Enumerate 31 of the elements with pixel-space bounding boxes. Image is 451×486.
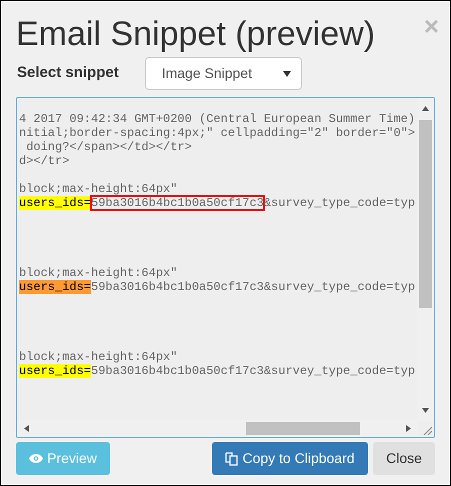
code-text: &survey_type_code=typ xyxy=(264,280,416,294)
scroll-left-icon xyxy=(24,425,29,432)
eye-icon xyxy=(29,454,44,463)
code-line: doing?</span></td></tr> xyxy=(25,140,192,154)
highlighted-key: users_ids= xyxy=(19,364,92,378)
scroll-thumb[interactable] xyxy=(419,120,432,308)
code-line: d></tr> xyxy=(19,154,70,168)
code-text: &survey_type_code=typ xyxy=(264,364,416,378)
copy-icon xyxy=(225,452,238,466)
code-value: 59ba3016b4bc1b0a50cf17c3 xyxy=(91,280,264,294)
resize-grip-icon[interactable] xyxy=(422,425,432,435)
boxed-value: 59ba3016b4bc1b0a50cf17c3 xyxy=(91,196,264,210)
code-value: 59ba3016b4bc1b0a50cf17c3 xyxy=(91,364,264,378)
scroll-right-icon xyxy=(406,425,411,432)
scroll-thumb[interactable] xyxy=(246,422,360,435)
code-line: block;max-height:64px" xyxy=(19,182,178,196)
code-line: block;max-height:64px" xyxy=(19,350,178,364)
code-line: block;max-height:64px" xyxy=(19,266,178,280)
select-label: Select snippet xyxy=(17,63,119,84)
scroll-down-icon xyxy=(422,408,429,413)
close-button[interactable]: Close xyxy=(373,442,435,475)
highlighted-key: users_ids= xyxy=(19,280,92,294)
copy-button[interactable]: Copy to Clipboard xyxy=(212,442,368,475)
code-line: nitial;border-spacing:4px;" cellpadding="2" border="0"> xyxy=(19,126,416,140)
code-textarea[interactable] xyxy=(16,97,435,438)
highlighted-key: users_ids= xyxy=(19,196,92,210)
dialog-title: Email Snippet (preview) xyxy=(16,14,376,55)
scroll-up-icon xyxy=(422,106,429,111)
code-line: 4 2017 09:42:34 GMT+0200 (Central European Summer Time) xyxy=(19,112,416,126)
caret-icon xyxy=(282,70,291,76)
snippet-select[interactable]: Image Snippet xyxy=(144,57,302,90)
